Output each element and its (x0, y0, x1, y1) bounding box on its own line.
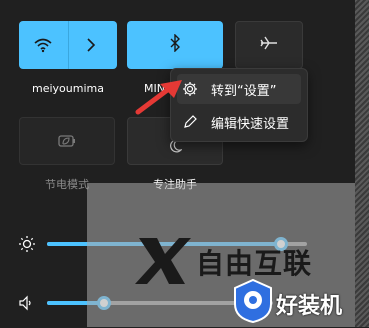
bluetooth-tile[interactable] (127, 21, 223, 69)
menu-item-label: 转到“设置” (211, 83, 277, 99)
watermark-badge-icon (233, 278, 273, 328)
watermark-x-logo (135, 236, 193, 290)
menu-item-go-to-settings[interactable]: 转到“设置” (177, 74, 301, 104)
battery-leaf-icon (58, 132, 76, 151)
red-arrow-annotation (134, 78, 186, 122)
menu-item-edit-quick-settings[interactable]: 编辑快速设置 (177, 107, 301, 137)
quick-settings-panel: meiyoumima MIN 节电模式 自由互联 好装机 转到“设置” 编辑快速… (0, 0, 369, 327)
sun-icon (18, 235, 36, 257)
desktop-background-edge (355, 0, 369, 327)
bluetooth-icon (169, 33, 181, 56)
context-menu: 转到“设置” 编辑快速设置 (170, 68, 308, 142)
wifi-tile-label: meiyoumima (32, 82, 104, 95)
airplane-icon (260, 35, 278, 55)
wifi-icon[interactable] (34, 37, 52, 57)
menu-item-label: 编辑快速设置 (211, 116, 290, 132)
airplane-mode-tile[interactable] (235, 21, 303, 69)
battery-saver-tile (19, 117, 115, 165)
wifi-tile-divider (68, 21, 69, 69)
chevron-right-icon[interactable] (86, 37, 96, 57)
watermark-center-text: 自由互联 (196, 247, 313, 280)
speaker-icon[interactable] (18, 295, 34, 315)
watermark-corner-text: 好装机 (276, 294, 343, 319)
wifi-tile[interactable] (19, 21, 117, 69)
